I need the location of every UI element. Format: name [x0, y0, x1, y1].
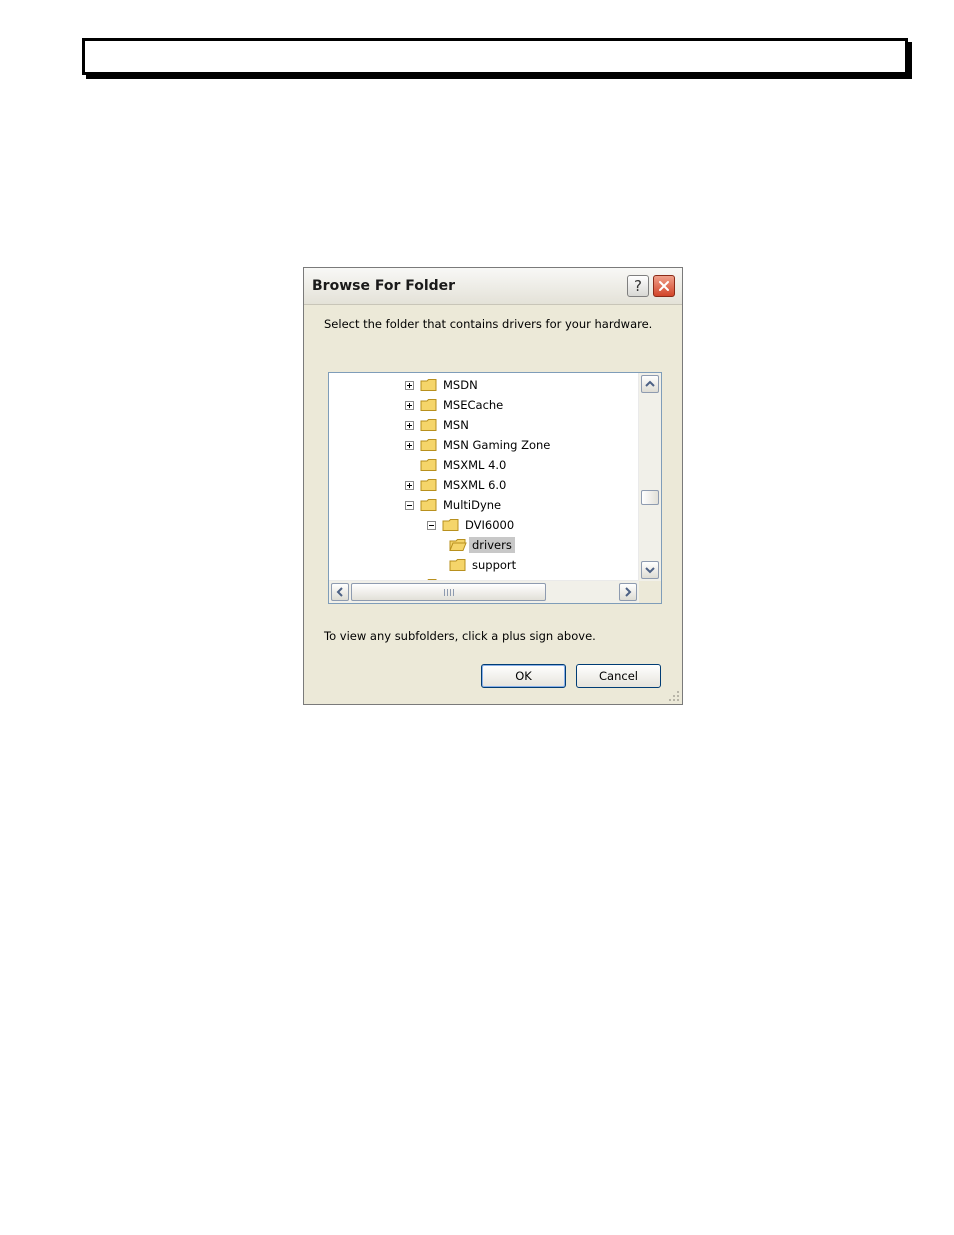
tree-item[interactable]: drivers: [449, 535, 515, 555]
tree-item-label: support: [472, 558, 517, 572]
folder-icon: [420, 499, 437, 511]
expand-plus-icon[interactable]: [405, 400, 414, 410]
chevron-right-icon: [625, 587, 632, 597]
tree-item[interactable]: DVI6000: [427, 515, 514, 535]
folder-icon: [420, 439, 437, 451]
folder-icon: [442, 519, 459, 531]
tree-item-label: MultiDyne: [443, 498, 502, 512]
folder-icon: [449, 559, 466, 571]
expand-plus-icon[interactable]: [405, 440, 414, 450]
horizontal-scroll-thumb[interactable]: [351, 583, 546, 601]
tree-item[interactable]: MSECache: [405, 395, 503, 415]
folder-tree-viewport: MSDN MSECache MSN MSN Gaming Zone MSXML 4.0 M…: [329, 373, 639, 581]
folder-icon: [420, 419, 437, 431]
chevron-left-icon: [336, 587, 343, 597]
page-header-box: [82, 38, 908, 75]
scroll-left-button[interactable]: [331, 583, 349, 601]
tree-item-label: MSXML 4.0: [443, 458, 507, 472]
chevron-up-icon: [645, 380, 655, 387]
folder-icon: [420, 479, 437, 491]
cancel-button[interactable]: Cancel: [576, 664, 661, 688]
resize-grip-icon[interactable]: [668, 690, 680, 702]
tree-item-label: MSDN: [443, 378, 478, 392]
horizontal-scrollbar[interactable]: [329, 580, 639, 603]
expand-plus-icon[interactable]: [405, 380, 414, 390]
tree-item[interactable]: MSDN: [405, 375, 478, 395]
folder-icon: [449, 539, 467, 551]
collapse-minus-icon[interactable]: [427, 520, 436, 530]
folder-tree[interactable]: MSDN MSECache MSN MSN Gaming Zone MSXML 4.0 M…: [328, 372, 662, 604]
collapse-minus-icon[interactable]: [405, 500, 414, 510]
expand-plus-icon[interactable]: [405, 420, 414, 430]
tree-item[interactable]: MultiDyne: [405, 495, 501, 515]
tree-item[interactable]: MSN Gaming Zone: [405, 435, 550, 455]
close-icon: [659, 281, 669, 291]
scrollbar-corner: [639, 581, 661, 603]
tree-item-label: MSN Gaming Zone: [443, 438, 551, 452]
grip-lines-icon: [443, 588, 454, 596]
chevron-down-icon: [645, 567, 655, 574]
tree-item-label: drivers: [469, 537, 515, 553]
tree-item-label: MSXML 6.0: [443, 478, 507, 492]
tree-item-label: MSECache: [443, 398, 504, 412]
folder-icon: [420, 379, 437, 391]
scroll-up-button[interactable]: [641, 375, 659, 393]
question-mark-icon: ?: [634, 277, 642, 295]
close-button[interactable]: [653, 275, 675, 297]
dialog-title: Browse For Folder: [312, 278, 456, 294]
instruction-text: Select the folder that contains drivers …: [324, 317, 653, 331]
hint-text: To view any subfolders, click a plus sig…: [324, 629, 596, 643]
tree-item[interactable]: MSXML 4.0: [405, 455, 506, 475]
tree-item[interactable]: MSXML 6.0: [405, 475, 506, 495]
vertical-scrollbar[interactable]: [638, 373, 661, 581]
folder-icon: [420, 459, 437, 471]
vertical-scroll-thumb[interactable]: [641, 490, 659, 505]
tree-item[interactable]: support: [449, 555, 516, 575]
tree-item-label: DVI6000: [465, 518, 515, 532]
browse-for-folder-dialog: Browse For Folder ? Select the folder th…: [303, 267, 683, 705]
help-button[interactable]: ?: [627, 275, 649, 297]
scroll-down-button[interactable]: [641, 561, 659, 579]
tree-item-label: MSN: [443, 418, 469, 432]
title-bar[interactable]: Browse For Folder ?: [304, 268, 682, 305]
scroll-right-button[interactable]: [619, 583, 637, 601]
folder-icon: [420, 399, 437, 411]
ok-button[interactable]: OK: [481, 664, 566, 688]
tree-item[interactable]: MSN: [405, 415, 469, 435]
expand-plus-icon[interactable]: [405, 480, 414, 490]
